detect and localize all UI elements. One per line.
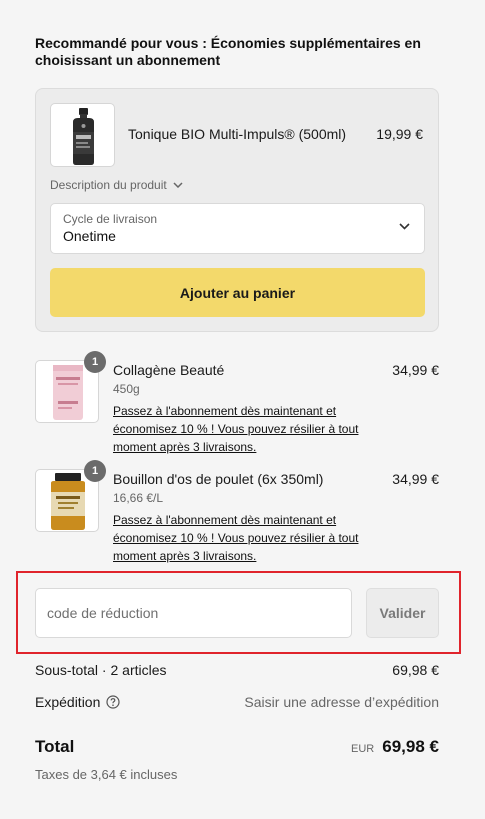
total-label: Total (35, 737, 75, 756)
apply-discount-button[interactable]: Valider (366, 588, 439, 638)
product-description-toggle[interactable]: Description du produit (50, 178, 183, 192)
subscription-upsell-link[interactable]: Passez à l'abonnement dès maintenant et … (113, 402, 363, 456)
quantity-badge: 1 (84, 351, 106, 373)
add-to-cart-button[interactable]: Ajouter au panier (50, 268, 425, 317)
cart-item-name[interactable]: Collagène Beauté (113, 362, 224, 378)
total-amount: EUR 69,98 € (351, 737, 439, 757)
delivery-cycle-select[interactable]: Cycle de livraison Onetime (50, 203, 425, 254)
subtotal-label: Sous-total · 2 articles (35, 662, 167, 678)
shipping-label: Expédition (35, 694, 101, 710)
recommendation-card: Tonique BIO Multi-Impuls® (500ml) 19,99 … (35, 88, 439, 332)
subtotal-value: 69,98 € (392, 662, 439, 678)
total-value: 69,98 € (382, 737, 439, 756)
shipping-label-group: Expédition (35, 694, 120, 710)
dark-bottle-icon (73, 108, 94, 165)
product-description-label: Description du produit (50, 178, 167, 192)
chevron-down-icon (173, 182, 183, 188)
cart-item-price: 34,99 € (392, 471, 439, 487)
cart-item-variant: 450g (113, 382, 140, 396)
taxes-note: Taxes de 3,64 € incluses (35, 767, 178, 782)
recommended-product-thumbnail[interactable] (50, 103, 115, 167)
currency-code: EUR (351, 743, 375, 755)
shipping-value: Saisir une adresse d’expédition (244, 694, 439, 710)
cart-item-unit-price: 16,66 €/L (113, 491, 164, 505)
discount-code-input[interactable] (35, 588, 352, 638)
cart-item-price: 34,99 € (392, 362, 439, 378)
chevron-down-icon (399, 223, 410, 230)
quantity-badge: 1 (84, 460, 106, 482)
subscription-upsell-link[interactable]: Passez à l'abonnement dès maintenant et … (113, 511, 363, 565)
recommendation-title: Recommandé pour vous : Économies supplém… (35, 35, 421, 68)
help-icon[interactable] (106, 695, 120, 709)
delivery-cycle-label: Cycle de livraison (63, 212, 158, 226)
cart-item-name[interactable]: Bouillon d'os de poulet (6x 350ml) (113, 471, 323, 487)
recommended-product-price: 19,99 € (376, 126, 423, 142)
delivery-cycle-value: Onetime (63, 228, 116, 244)
recommended-product-name[interactable]: Tonique BIO Multi-Impuls® (500ml) (128, 126, 346, 142)
